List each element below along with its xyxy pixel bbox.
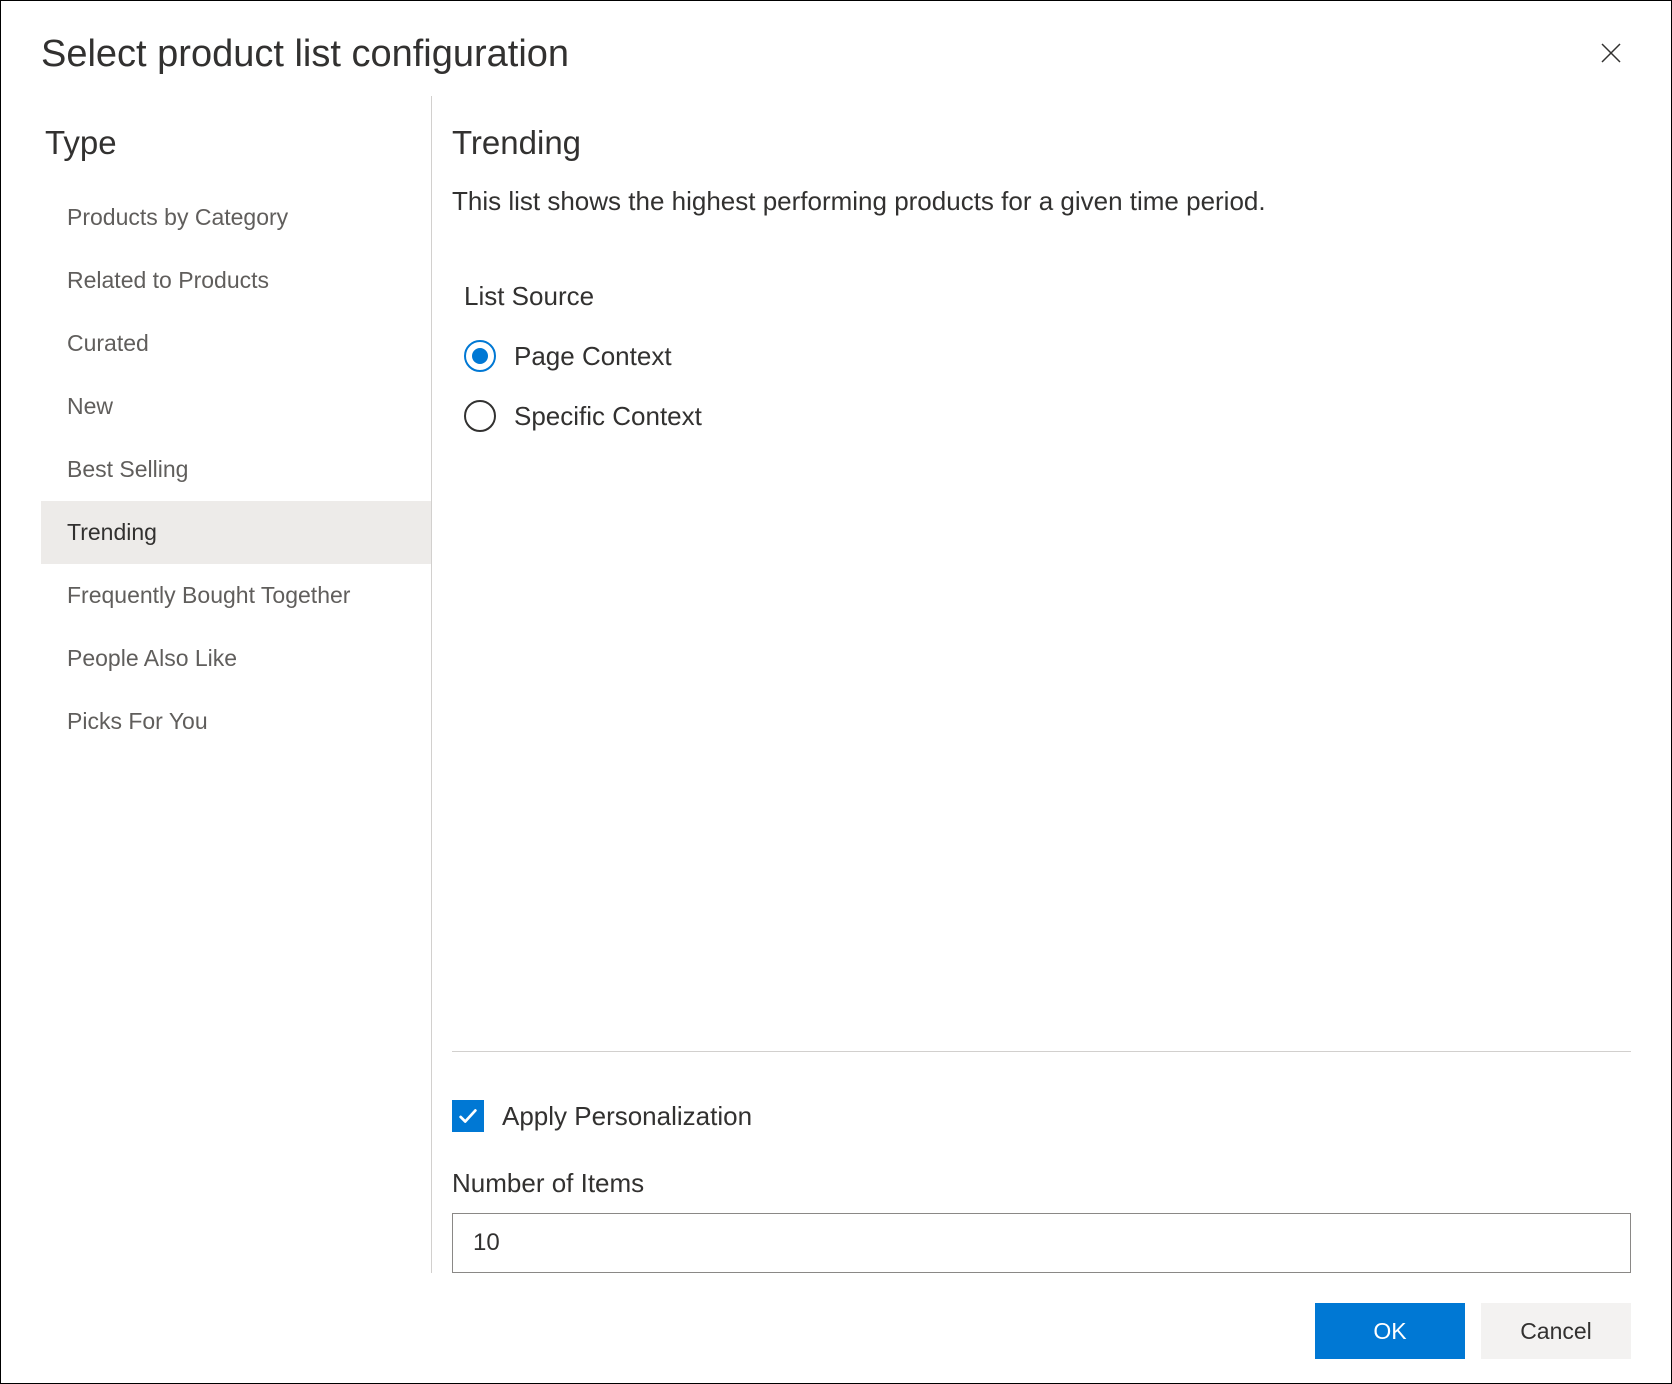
checkbox-checked-icon [452,1100,484,1132]
sidebar-heading: Type [41,124,431,162]
list-source-section: List Source Page Context Specific Context [452,281,1631,460]
apply-personalization-checkbox[interactable]: Apply Personalization [452,1100,1631,1132]
close-icon [1599,41,1623,68]
dialog-header: Select product list configuration [5,5,1667,96]
type-list: Products by CategoryRelated to ProductsC… [41,186,431,753]
main-heading: Trending [452,124,1631,162]
dialog-title: Select product list configuration [41,33,569,76]
number-of-items-input[interactable] [452,1213,1631,1273]
main-description: This list shows the highest performing p… [452,186,1631,217]
type-item-frequently-bought-together[interactable]: Frequently Bought Together [41,564,431,627]
type-item-products-by-category[interactable]: Products by Category [41,186,431,249]
radio-unchecked-icon [464,400,496,432]
radio-label: Page Context [514,341,672,372]
cancel-button[interactable]: Cancel [1481,1303,1631,1359]
radio-label: Specific Context [514,401,702,432]
list-source-radio-group: Page Context Specific Context [464,340,1631,432]
dialog-footer: OK Cancel [5,1273,1667,1379]
type-item-new[interactable]: New [41,375,431,438]
list-source-label: List Source [464,281,1631,312]
type-item-trending[interactable]: Trending [41,501,431,564]
dialog-container: Select product list configuration Type P… [0,0,1672,1384]
type-item-people-also-like[interactable]: People Also Like [41,627,431,690]
bottom-panel: Apply Personalization Number of Items [452,1051,1631,1273]
number-of-items-label: Number of Items [452,1168,1631,1199]
main-area: Trending This list shows the highest per… [431,96,1631,1273]
type-item-curated[interactable]: Curated [41,312,431,375]
type-item-best-selling[interactable]: Best Selling [41,438,431,501]
sidebar: Type Products by CategoryRelated to Prod… [41,96,431,1273]
ok-button[interactable]: OK [1315,1303,1465,1359]
radio-checked-icon [464,340,496,372]
type-item-related-to-products[interactable]: Related to Products [41,249,431,312]
dialog-body: Type Products by CategoryRelated to Prod… [5,96,1667,1273]
apply-personalization-label: Apply Personalization [502,1101,752,1132]
radio-option-specific-context[interactable]: Specific Context [464,400,1631,432]
close-button[interactable] [1591,33,1631,76]
type-item-picks-for-you[interactable]: Picks For You [41,690,431,753]
radio-option-page-context[interactable]: Page Context [464,340,1631,372]
